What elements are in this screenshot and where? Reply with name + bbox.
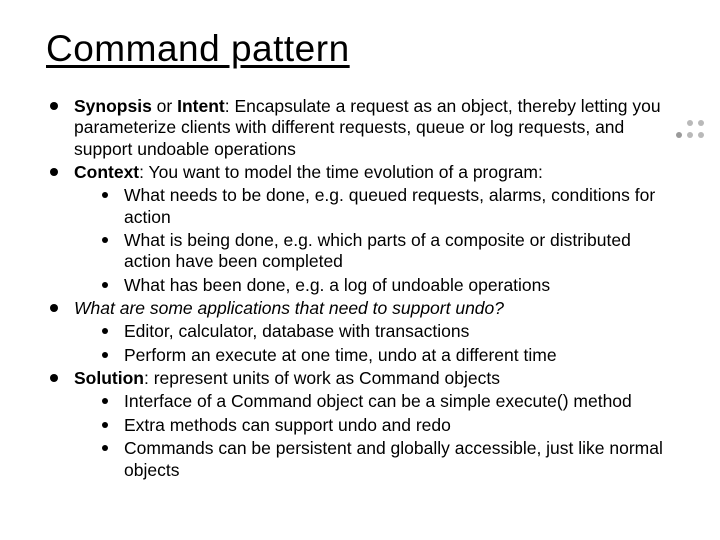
sub-item: What needs to be done, e.g. queued reque… — [100, 185, 680, 228]
bullet-question: What are some applications that need to … — [46, 298, 680, 366]
bullet-context: Context: You want to model the time evol… — [46, 162, 680, 296]
decoration-dots — [676, 120, 704, 138]
text: : You want to model the time evolution o… — [139, 162, 543, 182]
sub-item: Extra methods can support undo and redo — [100, 415, 680, 436]
text: or — [152, 96, 177, 116]
sub-item: What has been done, e.g. a log of undoab… — [100, 275, 680, 296]
label-solution: Solution — [74, 368, 144, 388]
text: : represent units of work as Command obj… — [144, 368, 500, 388]
sub-item: Commands can be persistent and globally … — [100, 438, 680, 481]
bullet-list: Synopsis or Intent: Encapsulate a reques… — [46, 96, 680, 481]
sub-list: Interface of a Command object can be a s… — [74, 391, 680, 480]
sub-list: Editor, calculator, database with transa… — [74, 321, 680, 366]
label-intent: Intent — [177, 96, 225, 116]
bullet-solution: Solution: represent units of work as Com… — [46, 368, 680, 481]
sub-list: What needs to be done, e.g. queued reque… — [74, 185, 680, 296]
slide: Command pattern Synopsis or Intent: Enca… — [0, 0, 720, 540]
sub-item: What is being done, e.g. which parts of … — [100, 230, 680, 273]
label-synopsis: Synopsis — [74, 96, 152, 116]
slide-title: Command pattern — [46, 28, 680, 70]
bullet-synopsis: Synopsis or Intent: Encapsulate a reques… — [46, 96, 680, 160]
sub-item: Editor, calculator, database with transa… — [100, 321, 680, 342]
sub-item: Interface of a Command object can be a s… — [100, 391, 680, 412]
sub-item: Perform an execute at one time, undo at … — [100, 345, 680, 366]
question-text: What are some applications that need to … — [74, 298, 504, 318]
label-context: Context — [74, 162, 139, 182]
